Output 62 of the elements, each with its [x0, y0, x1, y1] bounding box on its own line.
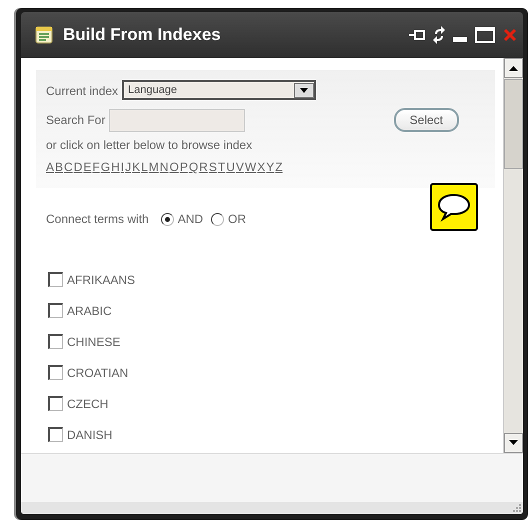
maximize-icon[interactable] — [475, 27, 495, 43]
hint-text: or click on letter below to browse index — [46, 137, 254, 154]
radio-label: OR — [228, 211, 246, 228]
scroll-thumb[interactable] — [504, 79, 523, 169]
letter-link[interactable]: H — [111, 160, 120, 174]
letter-link[interactable]: Z — [275, 160, 283, 174]
pin-icon[interactable] — [409, 29, 425, 41]
radio-button[interactable] — [211, 212, 224, 226]
letter-link[interactable]: S — [208, 160, 217, 174]
index-dropdown[interactable]: Language — [122, 80, 316, 100]
connect-label: Connect terms with — [46, 211, 149, 228]
checkbox[interactable] — [48, 334, 63, 349]
close-icon[interactable] — [503, 28, 517, 42]
checkbox[interactable] — [48, 396, 63, 411]
checkbox[interactable] — [48, 427, 63, 442]
letter-link[interactable]: N — [160, 160, 168, 174]
letter-link[interactable]: C — [64, 160, 73, 174]
letter-link[interactable]: R — [199, 160, 208, 174]
select-button[interactable]: Select — [394, 108, 459, 132]
search-field[interactable] — [109, 108, 246, 132]
letter-link[interactable]: B — [55, 160, 64, 174]
radio-label: AND — [178, 211, 204, 228]
letter-link[interactable]: V — [236, 160, 244, 174]
checkbox-label: CZECH — [67, 396, 108, 412]
letter-link[interactable]: I — [120, 160, 124, 174]
letter-link[interactable]: M — [148, 160, 159, 174]
refresh-icon[interactable] — [433, 26, 445, 44]
letter-link[interactable]: U — [226, 160, 235, 174]
caret-icon — [300, 88, 308, 92]
checkbox[interactable] — [48, 365, 63, 380]
resize-grip-icon[interactable] — [513, 504, 521, 512]
checkbox-label: CHINESE — [67, 334, 120, 350]
document-icon — [35, 26, 53, 44]
letter-link[interactable]: W — [244, 160, 256, 174]
checkbox-label: DANISH — [67, 426, 112, 444]
letter-link[interactable]: L — [141, 160, 148, 174]
field-label: Search For — [46, 112, 106, 129]
letter-link[interactable]: D — [74, 160, 82, 174]
letter-link[interactable]: Y — [266, 160, 274, 174]
checkbox[interactable] — [48, 272, 63, 287]
letter-link[interactable]: J — [125, 160, 132, 174]
window-title: Build From Indexes — [63, 24, 221, 46]
letter-link[interactable]: G — [100, 160, 110, 174]
letter-link[interactable]: T — [218, 160, 226, 174]
letter-link[interactable]: Q — [188, 160, 198, 174]
letter-link[interactable]: A — [46, 160, 54, 174]
checkbox-label: CROATIAN — [67, 364, 128, 382]
field-label: Current index — [46, 83, 118, 100]
checkbox-label: ARABIC — [67, 302, 112, 320]
letter-link[interactable]: P — [180, 160, 188, 174]
letter-link[interactable]: O — [169, 160, 179, 174]
letter-link[interactable]: E — [83, 160, 92, 174]
letter-link[interactable]: X — [257, 160, 266, 174]
scroll-down-icon[interactable] — [509, 440, 518, 446]
checkbox[interactable] — [48, 303, 63, 318]
radio-button[interactable] — [160, 212, 174, 226]
letter-link[interactable]: F — [92, 160, 100, 174]
scroll-up-icon[interactable] — [509, 66, 518, 70]
scrollbar[interactable] — [503, 58, 523, 453]
checkbox-label: AFRIKAANS — [67, 272, 136, 288]
speech-bubble-icon — [430, 183, 478, 231]
letter-link[interactable]: K — [132, 160, 140, 174]
